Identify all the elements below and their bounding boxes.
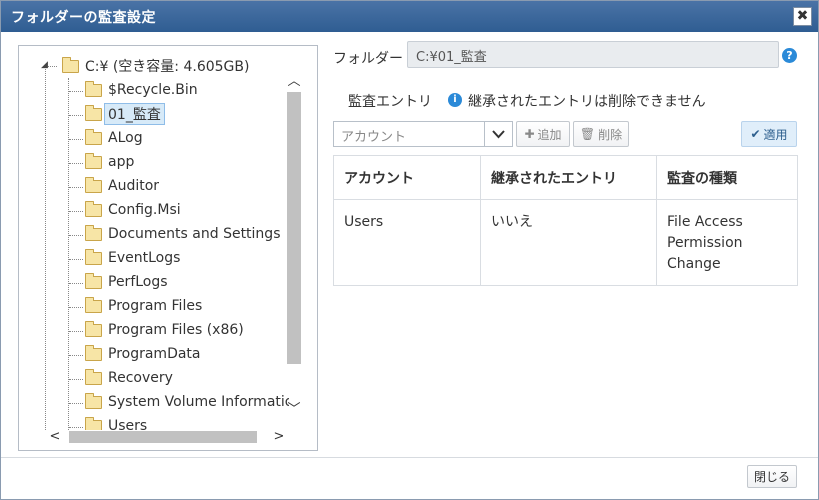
tree-node-alog[interactable]: ALog: [85, 127, 143, 149]
tree-node-eventlogs[interactable]: EventLogs: [85, 247, 180, 269]
footer-divider: [1, 457, 818, 458]
tree-root-node[interactable]: C:¥ (空き容量: 4.605GB): [62, 55, 249, 77]
scroll-right-icon[interactable]: >: [271, 429, 287, 445]
folder-icon: [85, 320, 102, 337]
vertical-scroll-thumb[interactable]: [287, 92, 301, 364]
apply-button[interactable]: ✔ 適用: [741, 121, 797, 147]
folder-icon: [62, 56, 79, 73]
tree-node-recycle-bin[interactable]: $Recycle.Bin: [85, 79, 198, 101]
table-header-row: アカウント 継承されたエントリ 監査の種類: [333, 155, 798, 200]
cell-audit-types: File Access Permission Change: [656, 199, 798, 286]
folder-icon: [85, 272, 102, 289]
column-header-account[interactable]: アカウント: [333, 155, 481, 200]
account-select[interactable]: アカウント: [333, 121, 513, 147]
dialog-title: フォルダーの監査設定: [11, 10, 156, 26]
scroll-up-icon[interactable]: ︿: [285, 70, 303, 89]
cell-account: Users: [333, 199, 481, 286]
folder-icon: [85, 200, 102, 217]
folder-icon: [85, 224, 102, 241]
folder-path-field: C:¥01_監査: [407, 41, 779, 68]
folder-label: フォルダー: [333, 51, 403, 67]
tree-guide-line: [45, 66, 46, 430]
tree-node-app[interactable]: app: [85, 151, 134, 173]
folder-icon: [85, 104, 102, 121]
tree-node-01-audit[interactable]: 01_監査: [85, 103, 165, 125]
folder-icon: [85, 392, 102, 409]
close-button[interactable]: 閉じる: [747, 465, 797, 488]
table-row[interactable]: Users いいえ File Access Permission Change: [333, 199, 798, 286]
tree-node-perflogs[interactable]: PerfLogs: [85, 271, 168, 293]
tree-node-recovery[interactable]: Recovery: [85, 367, 173, 389]
audit-entry-label: 監査エントリ: [348, 94, 432, 110]
column-header-inherited[interactable]: 継承されたエントリ: [480, 155, 657, 200]
folder-icon: [85, 80, 102, 97]
check-icon: ✔: [750, 127, 761, 141]
add-button[interactable]: ✚ 追加: [516, 121, 570, 147]
folder-icon: [85, 128, 102, 145]
folder-icon: [85, 248, 102, 265]
audit-settings-dialog: フォルダーの監査設定 ✖ ◢ C:¥ (空き容量: 4.605GB) $Recy…: [0, 0, 819, 500]
tree-node-programdata[interactable]: ProgramData: [85, 343, 201, 365]
tree-node-users[interactable]: Users: [85, 415, 147, 430]
folder-icon: [85, 176, 102, 193]
collapse-icon[interactable]: ◢: [41, 60, 48, 70]
tree-node-auditor[interactable]: Auditor: [85, 175, 159, 197]
folder-icon: [85, 296, 102, 313]
chevron-down-icon[interactable]: [484, 122, 512, 146]
horizontal-scroll-thumb[interactable]: [69, 431, 257, 443]
folder-icon: [85, 152, 102, 169]
tree-horizontal-scrollbar[interactable]: < >: [47, 429, 291, 445]
help-icon[interactable]: ?: [782, 48, 797, 63]
close-icon[interactable]: ✖: [793, 7, 812, 26]
cell-inherited: いいえ: [480, 199, 657, 286]
column-header-audit-type[interactable]: 監査の種類: [656, 155, 798, 200]
inherited-entry-note: 継承されたエントリは削除できません: [468, 94, 706, 110]
trash-icon: 🗑: [579, 127, 596, 141]
tree-guide-line: [68, 78, 69, 430]
audit-type-item: Permission: [667, 235, 743, 251]
account-select-placeholder: アカウント: [341, 130, 407, 145]
folder-tree: ◢ C:¥ (空き容量: 4.605GB) $Recycle.Bin 01_監査…: [19, 46, 289, 430]
audit-entry-table: アカウント 継承されたエントリ 監査の種類 Users いいえ File Acc…: [333, 155, 798, 286]
plus-icon: ✚: [524, 127, 535, 141]
dialog-titlebar: フォルダーの監査設定 ✖: [1, 1, 818, 32]
delete-button[interactable]: 🗑 削除: [573, 121, 629, 147]
tree-node-system-volume-information[interactable]: System Volume Informatio: [85, 391, 289, 413]
tree-vertical-scrollbar[interactable]: ︿ ﹀: [285, 62, 303, 432]
tree-node-program-files-x86[interactable]: Program Files (x86): [85, 319, 244, 341]
folder-icon: [85, 368, 102, 385]
tree-node-documents-and-settings[interactable]: Documents and Settings: [85, 223, 280, 245]
audit-type-item: Change: [667, 256, 721, 272]
folder-icon: [85, 344, 102, 361]
scroll-left-icon[interactable]: <: [47, 429, 63, 445]
folder-tree-panel[interactable]: ◢ C:¥ (空き容量: 4.605GB) $Recycle.Bin 01_監査…: [18, 45, 318, 451]
tree-node-config-msi[interactable]: Config.Msi: [85, 199, 181, 221]
tree-node-program-files[interactable]: Program Files: [85, 295, 202, 317]
audit-type-item: File Access: [667, 214, 743, 230]
scroll-down-icon[interactable]: ﹀: [285, 398, 303, 417]
info-icon: i: [448, 93, 462, 107]
